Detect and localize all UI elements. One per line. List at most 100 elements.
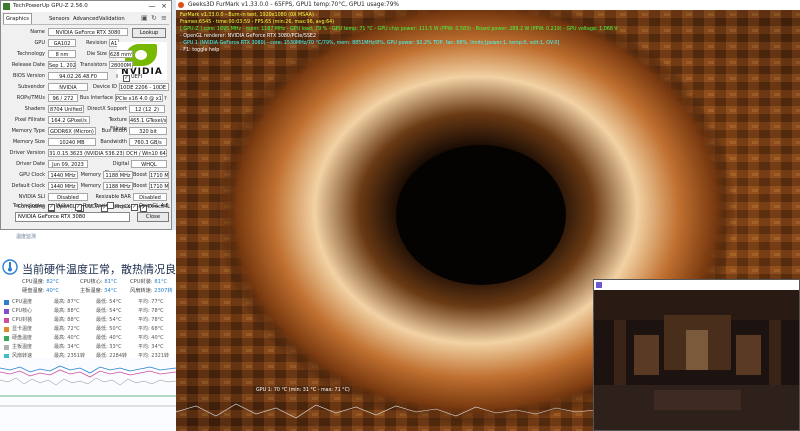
- technology-label: Technology: [16, 51, 45, 57]
- cpu-core-stat: CPU核心: 81°C: [80, 279, 118, 285]
- gpu-value: GA102: [48, 39, 76, 47]
- gpu-select[interactable]: NVIDIA GeForce RTX 3080: [15, 212, 130, 222]
- osd-line: FurMark v1.33.0.0 - Burn-in test, 1920x1…: [180, 13, 314, 18]
- cpu-package-stat: CPU封装: 81°C: [130, 279, 168, 285]
- osd-line: Frames:6545 - time:00:03:59 - FPS:65 (mi…: [180, 20, 335, 25]
- tab-sensors[interactable]: Sensors: [47, 14, 71, 24]
- memory-type-value: GDDR6X (Micron): [48, 127, 96, 135]
- legend-v1: 最高: 88°C: [54, 317, 80, 323]
- disk-temp-stat: 硬盘温度: 40°C: [22, 288, 59, 294]
- gpu-clock-value: 1440 MHz: [48, 171, 78, 179]
- technology-value: 8 nm: [48, 50, 76, 58]
- legend-swatch[interactable]: [4, 345, 9, 350]
- legend-swatch[interactable]: [4, 300, 9, 305]
- osd-line: - OpenGL renderer: NVIDIA GeForce RTX 30…: [180, 34, 316, 39]
- gpu-clock-label: GPU Clock: [19, 172, 45, 178]
- vulkan-checkbox: ✓ Vulkan: [48, 203, 73, 211]
- gpu-label: GPU: [34, 40, 45, 46]
- legend-v3: 平均: 68°C: [138, 326, 164, 332]
- memory-size-value: 10240 MB: [48, 138, 96, 146]
- legend-swatch[interactable]: [4, 327, 9, 332]
- temperature-monitor: 温度监测 当前硬件温度正常，散热情况良好 CPU温度: 82°C CPU核心: …: [0, 230, 187, 431]
- boost-label: Boost: [133, 172, 148, 178]
- gpuz-window: TechPowerUp GPU-Z 2.56.0 — × Graphics Ca…: [0, 0, 172, 230]
- die-size-label: Die Size: [86, 51, 107, 57]
- legend-v3: 平均: 40°C: [138, 335, 164, 341]
- furmark-titlebar: Geeks3D FurMark v1.33.0.0 - 65FPS, GPU1 …: [176, 0, 800, 10]
- tab-graphics-card[interactable]: Graphics Card: [3, 13, 32, 32]
- bandwidth-value: 760.3 GB/s: [129, 138, 167, 146]
- legend-row: CPU封装 最高: 88°C 最低: 54°C 平均: 78°C: [4, 316, 174, 324]
- legend-v3: 平均: 34°C: [138, 344, 164, 350]
- refresh-icon[interactable]: ↻: [151, 14, 157, 22]
- name-label: Name: [30, 29, 45, 35]
- directx-label: DirectX Support: [87, 106, 127, 112]
- gpu-temp-graph-label: GPU 1: 70 °C (min: 31 °C - max: 71 °C): [256, 388, 350, 393]
- subvendor-label: Subvendor: [17, 84, 45, 90]
- osd-line: - F1: toggle help: [180, 48, 220, 53]
- default-clock-value: 1440 MHz: [48, 182, 78, 190]
- legend-name: 主板温度: [12, 344, 33, 350]
- legend-v1: 最高: 72°C: [54, 326, 80, 332]
- close-button[interactable]: Close: [137, 212, 169, 222]
- default-boost-label: Boost: [133, 183, 148, 189]
- furmark-title: Geeks3D FurMark v1.33.0.0 - 65FPS, GPU1 …: [188, 2, 399, 8]
- legend-v2: 最低: 33°C: [96, 344, 122, 350]
- legend-swatch[interactable]: [4, 336, 9, 341]
- digital-signature-value: WHQL: [131, 160, 167, 168]
- cpu-temp-stat: CPU温度: 82°C: [22, 279, 60, 285]
- legend-v3: 平均: 77°C: [138, 299, 164, 305]
- legend-name: 硬盘温度: [12, 335, 33, 341]
- driver-date-value: Jun 09, 2023: [48, 160, 88, 168]
- driver-version-label: Driver Version: [9, 150, 45, 156]
- gpuz-titlebar: TechPowerUp GPU-Z 2.56.0 — ×: [1, 1, 171, 12]
- pixel-fillrate-label: Pixel Fillrate: [15, 117, 45, 123]
- bus-interface-value: PCIe x16 4.0 @ x16 3.0: [115, 94, 163, 102]
- legend-v1: 最高: 34°C: [54, 344, 80, 350]
- memory-clock-value: 1188 MHz: [103, 171, 133, 179]
- sli-value: Disabled: [48, 193, 88, 201]
- status-headline: 当前硬件温度正常，散热情况良好: [22, 263, 187, 276]
- legend-row: 硬盘温度 最高: 40°C 最低: 40°C 平均: 40°C: [4, 334, 174, 342]
- legend-v2: 最低: 54°C: [96, 299, 122, 305]
- memory-clock-label: Memory: [80, 172, 101, 178]
- technologies-label: Technologies: [12, 203, 45, 209]
- close-window-button[interactable]: ×: [159, 2, 169, 10]
- menu-icon[interactable]: ≡: [161, 14, 167, 22]
- legend-v1: 最高: 87°C: [54, 299, 80, 305]
- fan-speed-stat: 风扇转速: 2307转: [130, 288, 173, 294]
- default-clock-label: Default Clock: [11, 183, 45, 189]
- bios-share-icon[interactable]: ⇪: [115, 73, 119, 81]
- legend-row: CPU核心 最高: 88°C 最低: 54°C 平均: 78°C: [4, 307, 174, 315]
- lookup-button[interactable]: Lookup: [132, 28, 166, 38]
- graphics-card-panel: Name NVIDIA GeForce RTX 3080 Lookup GPU …: [3, 24, 170, 212]
- game-scene-temple-hall: [594, 290, 799, 430]
- camera-icon[interactable]: ▣: [141, 14, 148, 22]
- physx-checkbox: PhysX: [107, 202, 130, 211]
- resizable-bar-value: Disabled: [133, 193, 167, 201]
- directx-value: 12 (12_2): [129, 105, 165, 113]
- temperature-history-graph: [0, 358, 176, 431]
- opengl-checkbox: ✓ OpenGL 4.6: [131, 203, 169, 211]
- legend-row: 显卡温度 最高: 72°C 最低: 50°C 平均: 68°C: [4, 325, 174, 333]
- uefi-checkbox: ✓ UEFI: [123, 74, 143, 82]
- sli-label: NVIDIA SLI: [18, 194, 45, 200]
- device-id-label: Device ID: [92, 84, 117, 90]
- bus-width-label: Bus Width: [101, 128, 127, 134]
- legend-row: CPU温度 最高: 87°C 最低: 54°C 平均: 77°C: [4, 298, 174, 306]
- legend-v2: 最低: 50°C: [96, 326, 122, 332]
- transistors-value: 28000M: [109, 61, 133, 69]
- monitor-caption: 温度监测: [16, 234, 37, 240]
- help-icon[interactable]: ?: [164, 95, 167, 103]
- transistors-label: Transistors: [80, 62, 107, 68]
- release-date-label: Release Date: [11, 62, 45, 68]
- shaders-label: Shaders: [24, 106, 45, 112]
- legend-v2: 最低: 40°C: [96, 335, 122, 341]
- memory-size-label: Memory Size: [12, 139, 45, 145]
- legend-swatch[interactable]: [4, 309, 9, 314]
- device-id-value: 10DE 2206 - 10DE 1455: [119, 83, 169, 91]
- tab-validation[interactable]: Validation: [97, 14, 127, 24]
- minimize-button[interactable]: —: [147, 2, 157, 10]
- legend-swatch[interactable]: [4, 318, 9, 323]
- legend-v3: 平均: 78°C: [138, 308, 164, 314]
